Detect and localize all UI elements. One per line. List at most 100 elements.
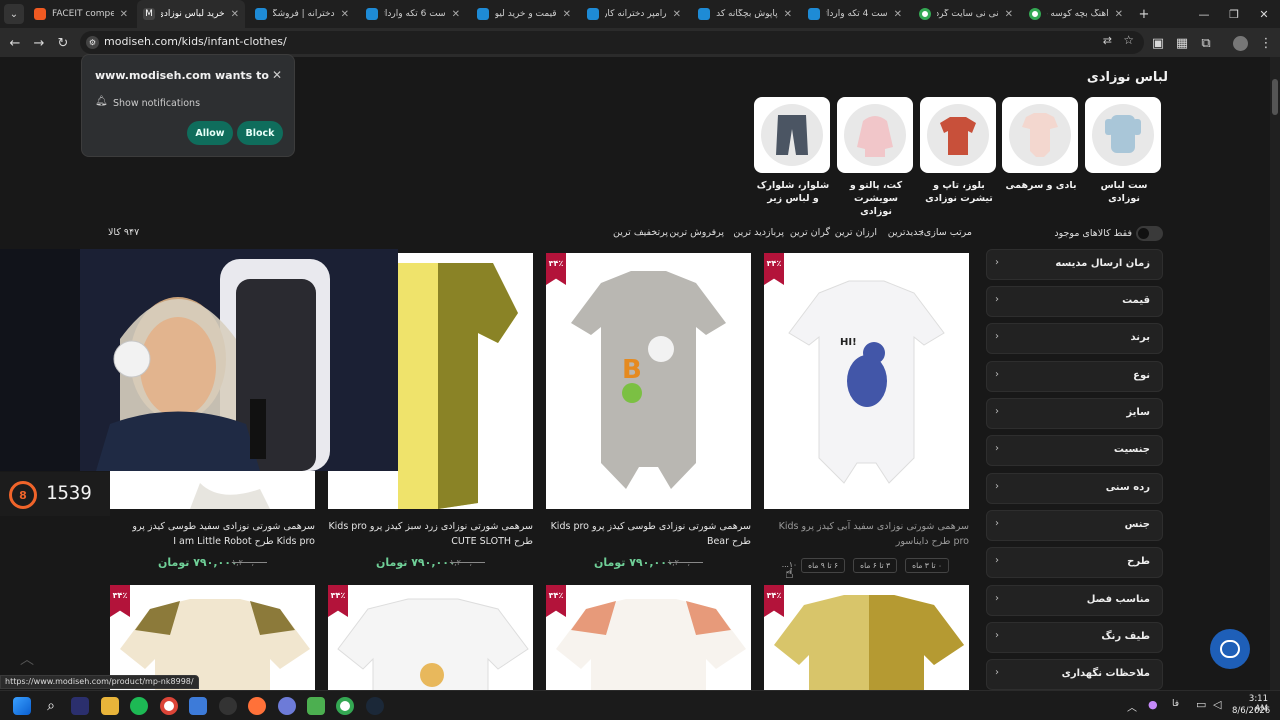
close-tab-icon[interactable]: ✕ [231,9,239,20]
minimize-button[interactable]: — [1194,4,1214,24]
network-icon[interactable]: ▭ [1196,698,1206,711]
chrome-icon[interactable] [160,697,178,715]
sort-expensive[interactable]: گران ترین [790,227,830,238]
tray-overflow-icon[interactable]: ︿ [1127,699,1137,714]
tab-7[interactable]: پاپوش بچگانه کد 47 ✕ [692,0,798,28]
steam-icon[interactable] [366,697,384,715]
product-image[interactable]: B ۳۴٪ [546,253,751,509]
app-icon[interactable] [278,697,296,715]
page-scrollbar[interactable] [1270,57,1280,690]
notification-permission-popup: www.modiseh.com wants to ✕ 🔔︎ Show notif… [81,54,295,157]
tab-search-button[interactable]: ⌄ [4,4,24,24]
filter-size[interactable]: سایز › [986,398,1163,429]
category-baby-set[interactable]: ست لباس نوزادی [1085,97,1163,205]
filter-type[interactable]: نوع › [986,361,1163,392]
microphone-icon[interactable]: ● [1148,698,1158,711]
category-coats[interactable]: کت، پالتو و سویشرت نوزادی [837,97,915,218]
chat-support-button[interactable] [1210,629,1250,669]
app-icon[interactable] [71,697,89,715]
reload-button[interactable]: ↻ [53,33,73,53]
product-image[interactable]: ۳۴٪ [546,585,751,690]
tab-faceit[interactable]: FACEIT competiti... ✕ [28,0,134,28]
site-info-icon[interactable]: ⚙ [86,36,99,49]
close-tab-icon[interactable]: ✕ [673,9,681,20]
tab-3[interactable]: دخترانه | فروشگاه ا ✕ [249,0,355,28]
sort-cheapest[interactable]: ارزان ترین [835,227,877,238]
filter-brand[interactable]: برند › [986,323,1163,354]
tab-10[interactable]: آهنگ بچه کوسه - ✕ [1023,0,1129,28]
filter-gender[interactable]: جنسیت › [986,435,1163,466]
product-image[interactable]: HI! ۳۴٪ [764,253,969,509]
back-button[interactable]: ← [5,33,25,53]
menu-kebab-icon[interactable]: ⋮ [1256,33,1276,53]
product-name[interactable]: سرهمی شورتی نوزادی سفید آبی کیدز پرو Kid… [764,519,969,549]
size-chip[interactable]: ۰ تا ۳ ماه [905,558,949,573]
spotify-icon[interactable] [130,697,148,715]
app-icon[interactable] [219,697,237,715]
forward-button[interactable]: → [29,33,49,53]
sort-most-viewed[interactable]: پربازدید ترین [733,227,784,238]
sort-newest[interactable]: جدیدترین [888,227,924,238]
sort-most-discount[interactable]: پرتخفیف ترین [613,227,668,238]
chrome-icon[interactable] [336,697,354,715]
close-tab-icon[interactable]: ✕ [894,9,902,20]
filter-age[interactable]: رده سنی › [986,473,1163,504]
product-name[interactable]: سرهمی شورتی نوزادی سفید طوسی کیدز پرو Ki… [110,519,315,549]
block-button[interactable]: Block [237,121,283,145]
firefox-icon[interactable] [248,697,266,715]
close-tab-icon[interactable]: ✕ [1005,9,1013,20]
clock-date[interactable]: 8/6/2026 [1232,706,1270,716]
close-tab-icon[interactable]: ✕ [1115,9,1123,20]
new-tab-button[interactable]: + [1134,4,1154,24]
sort-best-selling[interactable]: پرفروش ترین [669,227,724,238]
close-tab-icon[interactable]: ✕ [452,9,460,20]
extension-icon[interactable]: ▣ [1148,33,1168,53]
close-window-button[interactable]: ✕ [1254,4,1274,24]
tab-6[interactable]: رامپر دخترانه کارتر ✕ [581,0,687,28]
volume-icon[interactable]: ◁ [1213,698,1221,711]
filter-care[interactable]: ملاحظات نگهداری › [986,659,1163,690]
size-chip[interactable]: ۳ تا ۶ ماه [853,558,897,573]
category-pants[interactable]: شلوار، شلوارک و لباس زیر [754,97,832,205]
filter-pattern[interactable]: طرح › [986,547,1163,578]
close-tab-icon[interactable]: ✕ [120,9,128,20]
translate-icon[interactable]: ⇄ [1103,34,1112,47]
close-icon[interactable]: ✕ [272,68,282,82]
filter-color[interactable]: طیف رنگ › [986,622,1163,653]
only-available-toggle[interactable] [1136,226,1163,241]
tab-5[interactable]: قیمت و خرید لیوان ✕ [471,0,577,28]
search-icon[interactable]: ⌕ [42,697,60,715]
filter-delivery-time[interactable]: زمان ارسال مدیسه › [986,249,1163,280]
tab-4[interactable]: ست 6 تکه وارداتی ✕ [360,0,466,28]
product-name[interactable]: سرهمی شورتی نوزادی زرد سبز کیدز پرو Kids… [328,519,533,549]
category-tops[interactable]: بلوز، تاپ و تیشرت نوزادی [920,97,998,205]
tab-8[interactable]: ست 4 تکه وارداتی ✕ [802,0,908,28]
product-image[interactable]: ۳۴٪ [328,585,533,690]
close-tab-icon[interactable]: ✕ [563,9,571,20]
size-chip[interactable]: ۶ تا ۹ ماه [801,558,845,573]
app-icon[interactable] [307,697,325,715]
bookmark-star-icon[interactable]: ☆ [1123,33,1134,47]
maximize-button[interactable]: ❐ [1224,4,1244,24]
tab-active-infant[interactable]: M خرید لباس نوزادی ✕ [137,0,245,28]
language-indicator[interactable]: فا [1172,699,1179,709]
product-name[interactable]: سرهمی شورتی نوزادی طوسی کیدز پرو Kids pr… [546,519,751,549]
close-tab-icon[interactable]: ✕ [341,9,349,20]
extension-grid-icon[interactable]: ▦ [1172,33,1192,53]
filter-season[interactable]: مناسب فصل › [986,585,1163,616]
allow-button[interactable]: Allow [187,121,233,145]
category-bodysuit[interactable]: بادی و سرهمی [1002,97,1080,192]
address-bar[interactable]: ⚙ modiseh.com/kids/infant-clothes/ ⇄ ☆ [80,31,1144,54]
product-image[interactable]: ۳۴٪ [764,585,969,690]
file-explorer-icon[interactable] [101,697,119,715]
app-icon[interactable] [189,697,207,715]
tab-9[interactable]: نی نی سایت گردن ✕ [913,0,1019,28]
filter-price[interactable]: قیمت › [986,286,1163,317]
profile-avatar[interactable] [1230,33,1250,53]
scroll-top-icon[interactable]: ︿ [20,649,34,669]
extensions-puzzle-icon[interactable]: ⧉ [1196,33,1216,53]
chevron-icon: › [995,406,999,417]
filter-material[interactable]: جنس › [986,510,1163,541]
close-tab-icon[interactable]: ✕ [784,9,792,20]
start-windows-icon[interactable] [13,697,31,715]
